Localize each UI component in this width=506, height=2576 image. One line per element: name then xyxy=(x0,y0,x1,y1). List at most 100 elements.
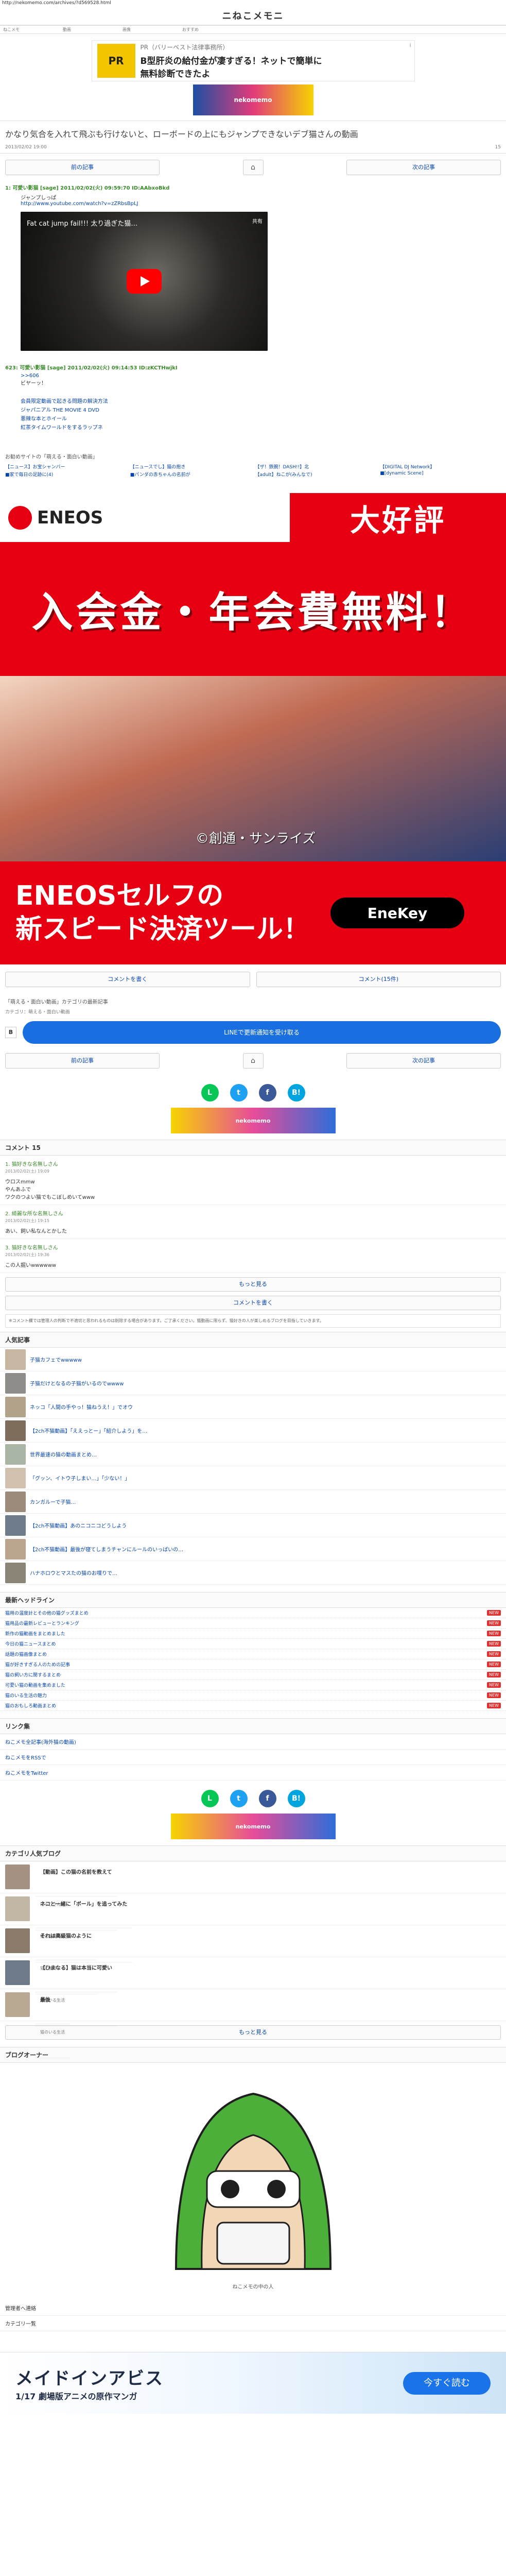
related-link[interactable]: 会員限定動画で起きる問題の解決方法 xyxy=(21,399,108,404)
twitter-icon[interactable]: t xyxy=(230,1084,248,1101)
twitter-icon[interactable]: t xyxy=(230,1790,248,1808)
popular-item[interactable]: ハナホロウとマスたの猫のお喋りで… xyxy=(0,1561,506,1585)
next-article-button[interactable]: 次の記事 xyxy=(346,1053,501,1069)
related-site-link[interactable]: 【ニュースでし】猫の抱き xyxy=(130,463,251,470)
article-thumbnail xyxy=(5,1896,30,1922)
banner-small[interactable]: nekomemo xyxy=(193,84,313,115)
new-badge: NEW xyxy=(487,1672,501,1678)
res-link[interactable]: http://www.youtube.com/watch?v=zZRbsBpLJ xyxy=(21,201,138,207)
site-title[interactable]: ニねこメモニ xyxy=(0,7,506,26)
social-share: L t f B! xyxy=(0,1075,506,1108)
hatena-icon[interactable]: B! xyxy=(287,1084,305,1101)
popular-item[interactable]: 【2ch不猫動画】「ええっとー」「紹介しよう」を… xyxy=(0,1419,506,1443)
related-site-link[interactable]: 【DIGITAL DJ Network】 xyxy=(380,463,501,470)
headline-item[interactable]: 猫用の温度計とその他の猫グッズまとめ NEW xyxy=(0,1608,506,1619)
line-notify-button[interactable]: LINEで更新通知を受け取る xyxy=(23,1021,501,1044)
headline-item[interactable]: 新作の猫動画をまとめました NEW xyxy=(0,1629,506,1639)
popular-thumbnail xyxy=(5,1396,26,1417)
popular-item[interactable]: 子猫だけとなるの子猫がいるのでwwww xyxy=(0,1371,506,1396)
related-link[interactable]: 悪辣な本とホイール xyxy=(21,416,67,422)
popular-item[interactable]: 【2ch不猫動画】あのニコニコどうしよう xyxy=(0,1514,506,1538)
popular-item[interactable]: 子猫カフェでwwwww xyxy=(0,1348,506,1372)
popular-thumbnail xyxy=(5,1372,26,1394)
related-site-link[interactable]: ■[dynamic Scene] xyxy=(380,471,501,478)
more-articles-button[interactable]: もっと見る xyxy=(5,2025,501,2040)
category-latest[interactable]: 「萌える・面白い動画」カテゴリの最新記事 xyxy=(0,994,506,1008)
home-icon[interactable]: ⌂ xyxy=(242,1053,264,1069)
popular-item[interactable]: カンガルーで子猫… xyxy=(0,1490,506,1514)
footer-link[interactable]: 管理者へ連絡 xyxy=(0,2300,506,2316)
res-body: ビヤーッ！ xyxy=(21,381,46,386)
link-item[interactable]: ねこメモをTwitter xyxy=(0,1765,506,1781)
headline-item[interactable]: 猫が好きすぎる人のための記事 NEW xyxy=(0,1659,506,1670)
banner-lower[interactable]: nekomemo xyxy=(170,1814,336,1840)
read-now-button[interactable]: 今すぐ読む xyxy=(403,2371,491,2395)
more-comments-button[interactable]: もっと見る xyxy=(5,1277,501,1292)
video-title[interactable]: Fat cat jump fail!!! 太り過ぎた猫… xyxy=(27,218,137,228)
line-icon[interactable]: L xyxy=(201,1084,219,1101)
related-site-link[interactable]: 【adult】ねこが(みんなで) xyxy=(255,471,376,478)
comments-button[interactable]: コメント(15件) xyxy=(256,972,501,987)
facebook-icon[interactable]: f xyxy=(258,1790,276,1808)
footer-link[interactable]: カテゴリ一覧 xyxy=(0,2316,506,2332)
post-comment-count[interactable]: 15 xyxy=(495,145,501,150)
headline-item[interactable]: 猫のおもしろ動画まとめ NEW xyxy=(0,1701,506,1711)
related-site-link[interactable]: ■パンダの赤ちゃんの名前が xyxy=(130,471,251,478)
res-2: 623: 可愛い影猫 [sage] 2011/02/02(火) 09:14:53… xyxy=(0,361,506,391)
write-comment-button[interactable]: コメントを書く xyxy=(5,972,250,987)
link-item[interactable]: ねこメモをRSSで xyxy=(0,1750,506,1766)
category-article[interactable]: 【動画】この猫の名前を教えて にゃこさんを xyxy=(0,1861,506,1931)
share-icon[interactable]: 共有 xyxy=(252,217,263,225)
headline-item[interactable]: 猫用品の最新レビューとランキング NEW xyxy=(0,1618,506,1629)
category-blogs-heading: カテゴリ人気ブログ xyxy=(0,1845,506,1862)
headline-item[interactable]: 猫のいる生活の魅力 NEW xyxy=(0,1690,506,1701)
line-icon[interactable]: L xyxy=(201,1790,219,1808)
popular-item[interactable]: 【2ch不猫動画】最後が寝てしまうチャンにルールのいっぱいの… xyxy=(0,1537,506,1562)
popular-heading: 人気記事 xyxy=(0,1332,506,1348)
write-comment-button[interactable]: コメントを書く xyxy=(5,1296,501,1310)
eneos-ad[interactable]: ENEOS 大好評 入会金・年会費無料！ ©創通・サンライズ ENEOSセルフの… xyxy=(0,493,506,964)
ad-info-icon[interactable]: i xyxy=(410,43,411,48)
video-player[interactable]: Fat cat jump fail!!! 太り過ぎた猫… 共有 xyxy=(21,212,268,351)
global-nav: ねこメモ 動画 画像 おすすめ xyxy=(0,26,506,34)
owner-avatar xyxy=(145,2073,361,2280)
article-thumbnail xyxy=(5,1992,30,2018)
headline-item[interactable]: 猫の飼い方に関するまとめ NEW xyxy=(0,1670,506,1681)
related-sites-title: お勧めサイトの「萌える・面白い動画」 xyxy=(5,454,98,460)
prev-article-button[interactable]: 前の記事 xyxy=(5,1053,160,1069)
nav-item[interactable]: ねこメモ xyxy=(3,26,60,33)
category-article[interactable]: 【ひまなる】猫は本当に可愛い 猫のいる生活 xyxy=(0,1957,506,2027)
category-article[interactable]: それは高級猫のように 猫と動物 xyxy=(0,1925,506,1995)
related-site-link[interactable]: 【ニュース】お宝シャンバー xyxy=(5,463,126,470)
res-header: 1: 可愛い影猫 [sage] 2011/02/02(火) 09:59:70 I… xyxy=(5,185,170,191)
res-anchor-link[interactable]: >>606 xyxy=(21,373,39,379)
bottom-ad[interactable]: メイドインアビス 1/17 劇場版アニメの原作マンガ 今すぐ読む xyxy=(0,2352,506,2414)
related-site-link[interactable]: 【ザ！鉄腕！DASH!!】北 xyxy=(255,463,376,470)
hatena-icon[interactable]: B! xyxy=(287,1790,305,1808)
facebook-icon[interactable]: f xyxy=(258,1084,276,1101)
new-badge: NEW xyxy=(487,1631,501,1637)
nav-item[interactable]: おすすめ xyxy=(182,26,239,33)
popular-item[interactable]: 「グッン、イトウ子しまい…」「少ない！」 xyxy=(0,1466,506,1490)
category-article[interactable]: ネコと一緒に「ボール」を追ってみた 猫と動物の話 xyxy=(0,1893,506,1963)
prev-article-button[interactable]: 前の記事 xyxy=(5,160,160,175)
headline-item[interactable]: 話題の猫画像まとめ NEW xyxy=(0,1649,506,1660)
site-header: ニねこメモニ xyxy=(0,7,506,26)
related-site-link[interactable]: ■家で毎日の足跡に(4) xyxy=(5,471,126,478)
link-item[interactable]: ねこメモ全記事(海外猫の動画) xyxy=(0,1734,506,1750)
banner-middle[interactable]: nekomemo xyxy=(170,1108,336,1133)
nav-item[interactable]: 画像 xyxy=(123,26,179,33)
popular-item[interactable]: 世界最速の猫の動画まとめ… xyxy=(0,1443,506,1467)
hatena-bookmark-icon[interactable]: B xyxy=(5,1027,16,1038)
play-icon[interactable] xyxy=(127,269,162,294)
popular-thumbnail xyxy=(5,1467,26,1488)
headline-item[interactable]: 可愛い猫の動画を集めました NEW xyxy=(0,1680,506,1691)
home-icon[interactable]: ⌂ xyxy=(242,160,264,175)
next-article-button[interactable]: 次の記事 xyxy=(346,160,501,175)
headline-item[interactable]: 今日の猫ニュースまとめ NEW xyxy=(0,1639,506,1650)
related-link[interactable]: 紅茶タイムワールドをするラップネ xyxy=(21,425,103,431)
ad-top[interactable]: PR PR（バリーベスト法律事務所） B型肝炎の給付金が凄すぎる！ネットで簡単に… xyxy=(91,40,415,81)
popular-item[interactable]: ネッコ「人間の手やっ！猫ねうえ！」でオウ xyxy=(0,1395,506,1419)
nav-item[interactable]: 動画 xyxy=(63,26,119,33)
related-link[interactable]: ジャパニアル THE MOVIE 4 DVD xyxy=(21,408,99,413)
